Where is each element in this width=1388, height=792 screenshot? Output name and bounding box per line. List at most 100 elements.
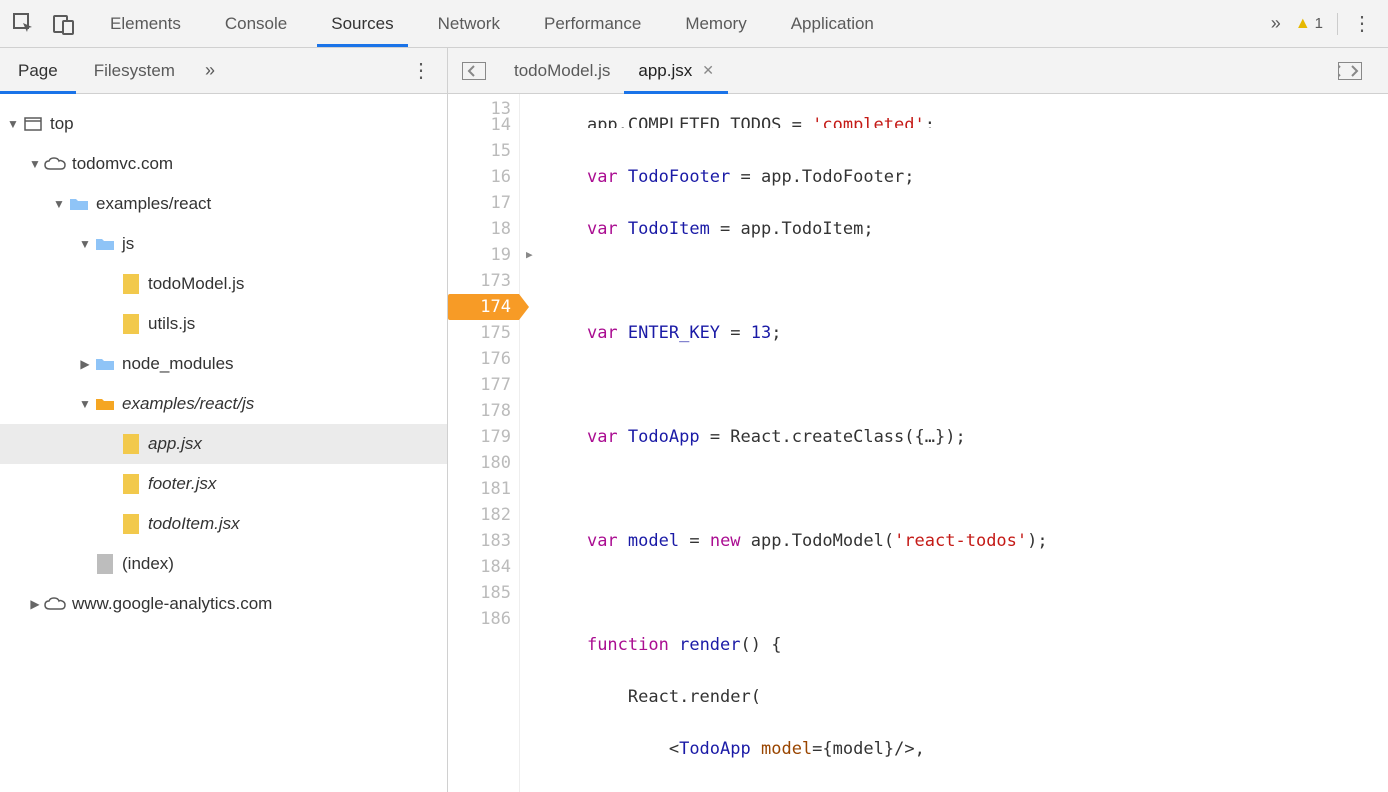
sidebar-tabs: Page Filesystem » ⋮ — [0, 48, 447, 94]
code-line: var model = new app.TodoModel('react-tod… — [546, 528, 1388, 554]
close-icon[interactable]: ✕ — [702, 62, 714, 79]
line-number: 17 — [448, 190, 511, 216]
navigator-sidebar: Page Filesystem » ⋮ ▼ top ▼ todomvc.com … — [0, 48, 448, 792]
code-line — [546, 580, 1388, 606]
folder-icon — [94, 236, 116, 252]
tree-label: app.jsx — [148, 434, 202, 454]
tree-label: node_modules — [122, 354, 234, 374]
code-line: document.getElementsByClassName('todoapp… — [546, 788, 1388, 792]
line-number: 176 — [448, 346, 511, 372]
code-line — [546, 268, 1388, 294]
tree-folder-examples-js[interactable]: ▼ examples/react/js — [0, 384, 447, 424]
line-number: 180 — [448, 450, 511, 476]
code-line: React.render( — [546, 684, 1388, 710]
toolbar-right: » ▲ 1 ⋮ — [1255, 11, 1388, 36]
show-navigator-icon[interactable] — [460, 59, 488, 83]
chevron-down-icon: ▼ — [78, 397, 92, 411]
js-file-icon — [120, 274, 142, 294]
folder-icon — [94, 396, 116, 412]
tree-file-todoItem[interactable]: todoItem.jsx — [0, 504, 447, 544]
tree-folder-js[interactable]: ▼ js — [0, 224, 447, 264]
tree-label: examples/react — [96, 194, 211, 214]
tree-top[interactable]: ▼ top — [0, 104, 447, 144]
devtools-toolbar: Elements Console Sources Network Perform… — [0, 0, 1388, 48]
tree-label: top — [50, 114, 74, 134]
tree-folder[interactable]: ▼ examples/react — [0, 184, 447, 224]
line-gutter[interactable]: 13 14 15 16 17 18 19▶ 173 174 175 176 17… — [448, 94, 520, 792]
line-number: 186 — [448, 606, 511, 632]
code-line: var TodoApp = React.createClass({…}); — [546, 424, 1388, 450]
folder-icon — [94, 356, 116, 372]
line-number: 15 — [448, 138, 511, 164]
tree-label: utils.js — [148, 314, 195, 334]
line-number: 178 — [448, 398, 511, 424]
editor-tabs-right — [1324, 59, 1376, 83]
tree-folder-node-modules[interactable]: ▶ node_modules — [0, 344, 447, 384]
chevron-down-icon: ▼ — [52, 197, 66, 211]
tree-label: footer.jsx — [148, 474, 216, 494]
code-line: <TodoApp model={model}/>, — [546, 736, 1388, 762]
tree-file-app[interactable]: app.jsx — [0, 424, 447, 464]
tree-domain-ga[interactable]: ▶ www.google-analytics.com — [0, 584, 447, 624]
tree-label: js — [122, 234, 134, 254]
cloud-icon — [44, 597, 66, 611]
execution-line-marker: 174 — [448, 294, 519, 320]
line-number: 185 — [448, 580, 511, 606]
line-number: 184 — [448, 554, 511, 580]
tree-file-footer[interactable]: footer.jsx — [0, 464, 447, 504]
tab-elements[interactable]: Elements — [88, 0, 203, 47]
warning-count: 1 — [1315, 15, 1323, 32]
settings-menu-icon[interactable]: ⋮ — [1352, 11, 1372, 36]
cloud-icon — [44, 157, 66, 171]
code-line — [546, 372, 1388, 398]
line-number: 179 — [448, 424, 511, 450]
tab-network[interactable]: Network — [416, 0, 522, 47]
more-tabs-icon[interactable]: » — [1271, 13, 1281, 34]
tab-memory[interactable]: Memory — [663, 0, 768, 47]
code-line: var ENTER_KEY = 13; — [546, 320, 1388, 346]
tab-performance[interactable]: Performance — [522, 0, 663, 47]
tree-file-index[interactable]: (index) — [0, 544, 447, 584]
divider — [1337, 13, 1338, 35]
show-debugger-icon[interactable] — [1336, 59, 1364, 83]
line-number: 14 — [448, 112, 511, 138]
line-number: 181 — [448, 476, 511, 502]
tree-domain[interactable]: ▼ todomvc.com — [0, 144, 447, 184]
code-line — [546, 476, 1388, 502]
code-line: var TodoItem = app.TodoItem; — [546, 216, 1388, 242]
code-content[interactable]: app.COMPLETED_TODOS = 'completed'; var T… — [520, 94, 1388, 792]
chevron-down-icon: ▼ — [28, 157, 42, 171]
sidebar-menu-icon[interactable]: ⋮ — [411, 58, 431, 83]
tree-file-todoModel[interactable]: todoModel.js — [0, 264, 447, 304]
editor-tab-app[interactable]: app.jsx ✕ — [624, 48, 728, 93]
js-file-icon — [120, 514, 142, 534]
editor-area: todoModel.js app.jsx ✕ 13 14 15 16 17 18… — [448, 48, 1388, 792]
line-number: 183 — [448, 528, 511, 554]
tab-sources[interactable]: Sources — [309, 0, 415, 47]
line-number: 173 — [448, 268, 511, 294]
tree-label: todoModel.js — [148, 274, 244, 294]
inspect-element-icon[interactable] — [12, 12, 36, 36]
line-number: 18 — [448, 216, 511, 242]
file-tree: ▼ top ▼ todomvc.com ▼ examples/react ▼ j… — [0, 94, 447, 792]
editor-tab-bar: todoModel.js app.jsx ✕ — [448, 48, 1388, 94]
tree-label: (index) — [122, 554, 174, 574]
tree-label: todoItem.jsx — [148, 514, 240, 534]
editor-tab-label: app.jsx — [638, 61, 692, 81]
warnings-badge[interactable]: ▲ 1 — [1295, 15, 1323, 33]
sidebar-tab-filesystem[interactable]: Filesystem — [76, 48, 193, 93]
tree-file-utils[interactable]: utils.js — [0, 304, 447, 344]
editor-tab-todoModel[interactable]: todoModel.js — [500, 48, 624, 93]
js-file-icon — [120, 434, 142, 454]
code-editor[interactable]: 13 14 15 16 17 18 19▶ 173 174 175 176 17… — [448, 94, 1388, 792]
chevron-down-icon: ▼ — [78, 237, 92, 251]
panel-tabs: Elements Console Sources Network Perform… — [88, 0, 1255, 47]
device-toggle-icon[interactable] — [52, 12, 76, 36]
tab-console[interactable]: Console — [203, 0, 309, 47]
sidebar-more-tabs-icon[interactable]: » — [205, 60, 215, 81]
tab-application[interactable]: Application — [769, 0, 896, 47]
code-line: app.COMPLETED_TODOS = 'completed'; — [546, 112, 1388, 128]
tree-label: examples/react/js — [122, 394, 254, 414]
sidebar-tab-page[interactable]: Page — [0, 48, 76, 93]
line-number: 182 — [448, 502, 511, 528]
